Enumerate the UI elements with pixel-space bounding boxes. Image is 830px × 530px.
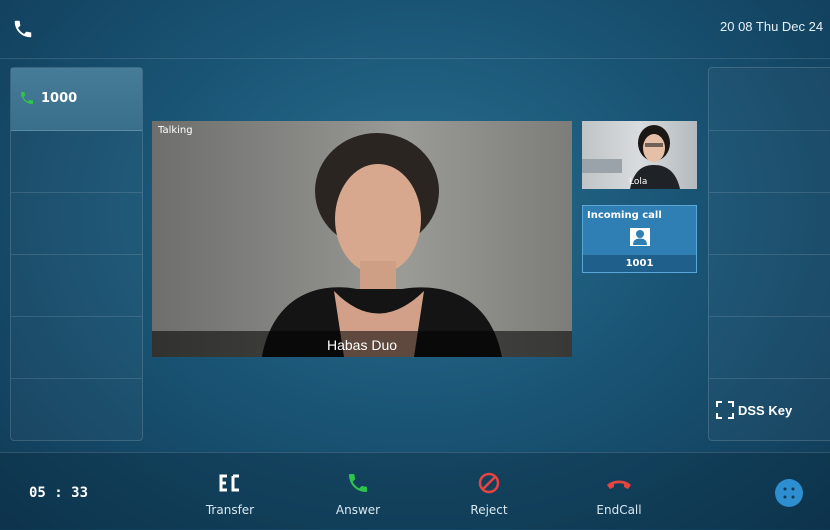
answer-phone-icon (349, 474, 367, 492)
caller-video-image (262, 133, 502, 357)
line-key-1000[interactable]: 1000 (11, 68, 142, 131)
line-key-panel: 1000 (10, 67, 143, 441)
incoming-call-number: 1001 (625, 258, 654, 269)
main-video[interactable]: Talking Habas Duo (152, 121, 572, 357)
answer-button[interactable]: Answer (313, 471, 403, 517)
incoming-call-card[interactable]: Incoming call 1001 (582, 205, 697, 273)
call-duration: 05 : 33 (29, 485, 89, 501)
line-key-empty[interactable] (11, 130, 142, 193)
pip-name: Lola (629, 177, 648, 187)
dss-key-button[interactable]: DSS Key (716, 401, 792, 419)
line-key-empty[interactable] (11, 316, 142, 379)
answer-label: Answer (335, 503, 381, 517)
end-call-label: EndCall (596, 503, 642, 517)
dss-key-empty[interactable] (709, 316, 830, 379)
line-key-empty[interactable] (11, 192, 142, 255)
status-bar: 20 08 Thu Dec 24 (0, 0, 830, 59)
contact-avatar-icon (630, 228, 650, 246)
grid-icon (783, 487, 795, 499)
end-call-button[interactable]: EndCall (574, 471, 664, 517)
line-key-label: 1000 (41, 90, 78, 106)
softkey-bar: 05 : 33 Transfer Answer Reject EndCall (0, 452, 830, 530)
hang-up-icon (607, 480, 631, 489)
transfer-icon (219, 474, 239, 492)
menu-button[interactable] (775, 479, 803, 507)
caller-name: Habas Duo (326, 337, 398, 353)
reject-button[interactable]: Reject (444, 471, 534, 517)
expand-icon (716, 401, 734, 419)
date-time: 20 08 Thu Dec 24 (720, 19, 824, 34)
incoming-call-title: Incoming call (587, 210, 662, 221)
phone-icon (21, 92, 33, 104)
pip-video[interactable]: Lola (582, 121, 697, 189)
dss-key-empty[interactable] (709, 68, 830, 131)
transfer-label: Transfer (205, 503, 255, 517)
dss-key-empty[interactable] (709, 192, 830, 255)
reject-icon (478, 472, 500, 494)
call-status-label: Talking (158, 125, 193, 136)
line-key-empty[interactable] (11, 378, 142, 440)
phone-icon (14, 20, 32, 38)
dss-key-empty[interactable] (709, 254, 830, 317)
transfer-button[interactable]: Transfer (185, 471, 275, 517)
dss-key-label: DSS Key (738, 402, 793, 418)
line-key-empty[interactable] (11, 254, 142, 317)
dss-key-empty[interactable] (709, 130, 830, 193)
reject-label: Reject (470, 503, 508, 517)
dss-key-panel (708, 67, 830, 441)
